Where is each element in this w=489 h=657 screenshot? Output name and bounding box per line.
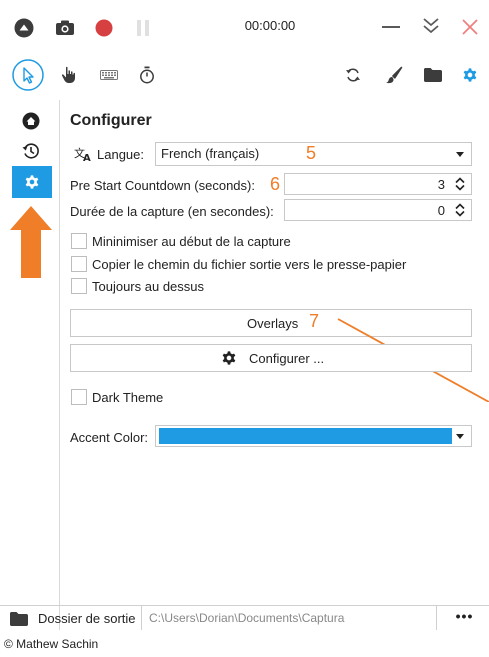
home-icon [22, 112, 40, 130]
annotation-number-6: 6 [270, 174, 281, 194]
sidebar-item-history[interactable] [22, 142, 40, 160]
sidebar-item-home[interactable] [22, 112, 40, 130]
brush-icon[interactable] [385, 66, 403, 84]
sidebar-item-settings[interactable] [12, 166, 52, 198]
sidebar-divider [59, 100, 60, 630]
stopwatch-icon[interactable] [139, 66, 155, 84]
overlays-button-label: Overlays [247, 316, 299, 331]
annotation-number-5: 5 [306, 143, 317, 163]
page-title: Configurer [70, 112, 152, 129]
upload-icon[interactable] [14, 18, 34, 38]
duration-label: Durée de la capture (en secondes): [70, 204, 274, 219]
dark-theme-label: Dark Theme [92, 390, 164, 405]
accent-color-dropdown[interactable] [155, 425, 472, 447]
configure-button[interactable]: Configurer ... [70, 344, 472, 372]
gear-icon[interactable] [462, 67, 478, 83]
folder-icon[interactable] [10, 612, 28, 626]
collapse-chevron-icon[interactable] [422, 16, 440, 36]
duration-value: 0 [437, 203, 445, 218]
copy-path-checkbox[interactable] [71, 256, 87, 272]
countdown-value: 3 [437, 177, 445, 192]
countdown-stepper[interactable]: 3 [284, 173, 472, 195]
cursor-icon[interactable] [12, 59, 44, 91]
accent-color-swatch [159, 428, 452, 444]
copy-path-label: Copier le chemin du fichier sortie vers … [92, 257, 407, 272]
gear-icon [221, 350, 237, 366]
svg-text:A: A [83, 153, 91, 162]
dark-theme-checkbox[interactable] [71, 389, 87, 405]
always-on-top-checkbox[interactable] [71, 278, 87, 294]
recording-timer: 00:00:00 [244, 18, 296, 33]
pause-button[interactable] [136, 19, 150, 37]
history-icon [22, 142, 40, 160]
copyright-text: © Mathew Sachin [4, 637, 99, 651]
minimize-on-capture-label: Mininimiser au début de la capture [92, 234, 291, 249]
stepper-arrows-icon[interactable] [455, 203, 465, 217]
duration-stepper[interactable]: 0 [284, 199, 472, 221]
close-icon[interactable] [462, 19, 478, 35]
stepper-arrows-icon[interactable] [455, 177, 465, 191]
minimize-on-capture-checkbox[interactable] [71, 233, 87, 249]
translate-icon: 文A [74, 146, 92, 162]
output-path-field[interactable]: C:\Users\Dorian\Documents\Captura [141, 606, 437, 630]
dropdown-arrow-icon [456, 434, 464, 439]
language-label: Langue: [97, 147, 144, 162]
screenshot-camera-icon[interactable] [55, 20, 75, 36]
always-on-top-label: Toujours au dessus [92, 279, 205, 294]
output-folder-label: Dossier de sortie [38, 611, 136, 626]
language-value: French (français) [161, 146, 260, 161]
refresh-icon[interactable] [345, 67, 361, 83]
configure-button-label: Configurer ... [249, 351, 325, 366]
keyboard-icon[interactable] [100, 70, 118, 80]
record-button[interactable] [95, 19, 113, 37]
countdown-label: Pre Start Countdown (seconds): [70, 178, 255, 193]
annotation-arrow-up-icon [10, 206, 52, 278]
annotation-number-7: 7 [309, 311, 320, 331]
dropdown-arrow-icon [456, 152, 464, 157]
folder-icon[interactable] [424, 68, 442, 82]
hand-icon[interactable] [61, 66, 77, 84]
minimize-icon[interactable] [382, 20, 400, 34]
gear-icon [24, 174, 40, 190]
accent-color-label: Accent Color: [70, 430, 149, 445]
more-options-button[interactable]: ••• [440, 606, 489, 630]
